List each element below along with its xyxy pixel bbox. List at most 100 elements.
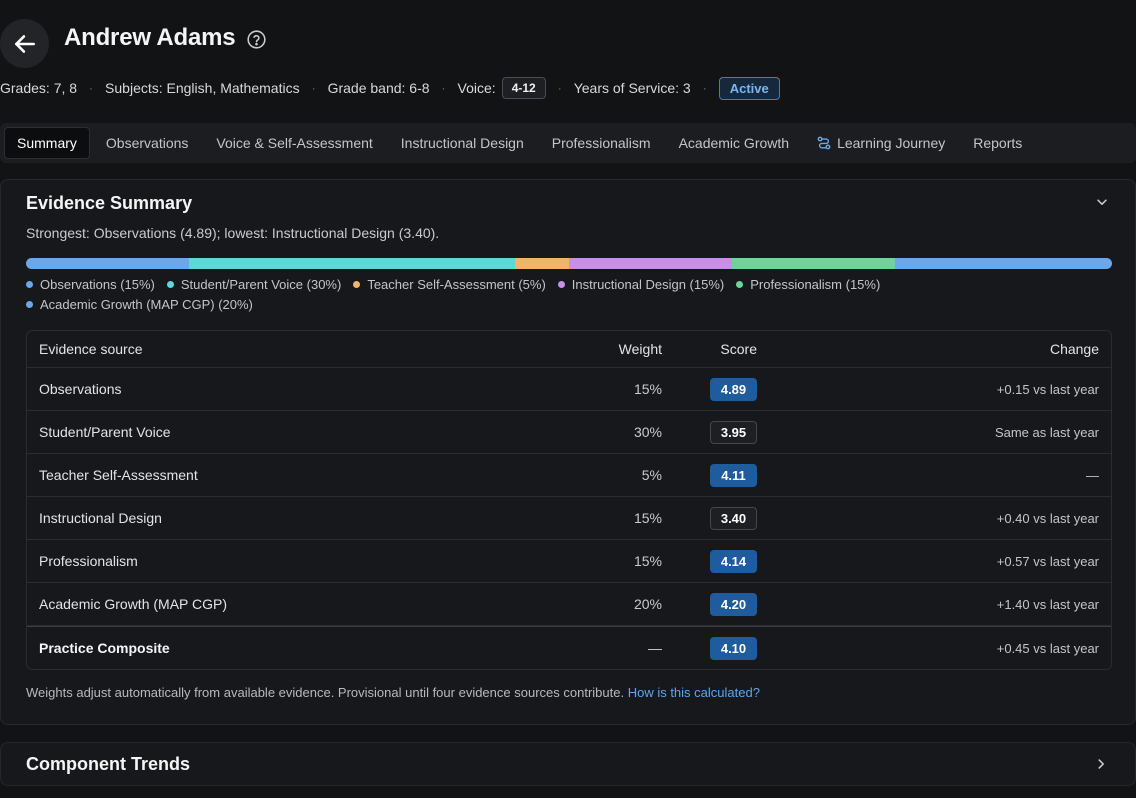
evidence-summary-text: Strongest: Observations (4.89); lowest: …: [26, 225, 440, 241]
legend-item: Student/Parent Voice (30%): [166, 277, 342, 292]
meta-separator: ·: [311, 81, 316, 95]
score-cell: 4.89: [662, 377, 757, 401]
change-cell: +0.40 vs last year: [996, 510, 1099, 526]
weight-segment: [731, 258, 895, 269]
page-title: Andrew Adams: [64, 24, 236, 51]
legend-item: Instructional Design (15%): [557, 277, 725, 292]
weight-cell: 20%: [633, 596, 662, 612]
meta-separator: ·: [89, 81, 94, 95]
tab-label: Learning Journey: [837, 135, 946, 151]
table-body: Observations 15% 4.89 +0.15 vs last year Stu…: [27, 368, 1111, 626]
legend-dot: [736, 281, 744, 288]
weight-segment: [26, 258, 189, 269]
score-badge: 4.11: [710, 463, 757, 487]
legend-label: Teacher Self-Assessment (5%): [367, 277, 546, 292]
weight-segment: [568, 258, 732, 269]
meta-separator: ·: [702, 81, 707, 95]
component-trends-title: Component Trends: [26, 754, 191, 774]
evidence-source-cell: Instructional Design: [39, 510, 162, 526]
composite-row: Practice Composite — 4.10 +0.45 vs last …: [27, 626, 1111, 669]
header-score: Score: [720, 341, 757, 357]
score-cell: 4.20: [662, 592, 757, 616]
tab-label: Professionalism: [551, 135, 651, 151]
tab-observations[interactable]: Observations: [94, 127, 200, 159]
tab-reports[interactable]: Reports: [961, 127, 1034, 159]
tab-voice-self-assessment[interactable]: Voice & Self-Assessment: [204, 127, 384, 159]
score-cell: 4.14: [662, 549, 757, 573]
change-cell: —: [1086, 467, 1099, 483]
evidence-source-cell: Student/Parent Voice: [39, 424, 171, 440]
status-badge: Active: [718, 76, 780, 100]
evidence-source-cell: Teacher Self-Assessment: [39, 467, 198, 483]
legend-item: Professionalism (15%): [736, 277, 880, 292]
table-header-row: Evidence source Weight Score Change: [27, 331, 1111, 368]
composite-score-badge: 4.10: [710, 636, 757, 660]
back-button[interactable]: [0, 19, 49, 68]
table-row: Instructional Design 15% 3.40 +0.40 vs last…: [27, 497, 1111, 540]
table-row: Observations 15% 4.89 +0.15 vs last year: [27, 368, 1111, 411]
tab-instructional-design[interactable]: Instructional Design: [389, 127, 536, 159]
legend-item: Teacher Self-Assessment (5%): [353, 277, 546, 292]
weight-legend: Observations (15%) Student/Parent Voice (…: [26, 277, 926, 312]
composite-label: Practice Composite: [39, 640, 170, 656]
component-trends-card[interactable]: Component Trends: [0, 742, 1136, 786]
tab-learning-journey[interactable]: Learning Journey: [805, 127, 957, 159]
change-cell: +0.15 vs last year: [996, 381, 1099, 397]
voice-badge: 4-12: [501, 77, 546, 99]
tab-label: Observations: [105, 135, 189, 151]
tab-label: Academic Growth: [678, 135, 790, 151]
header-weight: Weight: [618, 341, 662, 357]
tab-label: Instructional Design: [400, 135, 524, 151]
weight-cell: 30%: [633, 424, 662, 440]
legend-dot: [26, 281, 33, 288]
weight-segment: [514, 258, 569, 269]
change-cell: +1.40 vs last year: [996, 596, 1099, 612]
composite-weight: —: [648, 640, 662, 656]
weight-cell: 5%: [641, 467, 662, 483]
tab-bar: Summary Observations Voice & Self-Assess…: [0, 123, 1136, 163]
score-badge: 4.20: [710, 592, 757, 616]
header-change: Change: [1049, 341, 1099, 357]
score-badge: 3.40: [710, 506, 757, 530]
tab-professionalism[interactable]: Professionalism: [540, 127, 663, 159]
score-cell: 4.11: [662, 463, 757, 487]
weight-segment: [894, 258, 1112, 269]
composite-score-cell: 4.10: [662, 636, 757, 660]
table-row: Teacher Self-Assessment 5% 4.11 —: [27, 454, 1111, 497]
chevron-down-icon[interactable]: [1095, 195, 1109, 209]
score-cell: 3.40: [662, 506, 757, 530]
evidence-source-cell: Academic Growth (MAP CGP): [39, 596, 228, 612]
help-icon[interactable]: [246, 29, 267, 50]
arrow-left-icon: [14, 34, 35, 53]
how-calculated-link[interactable]: How is this calculated?: [628, 685, 760, 700]
table-row: Student/Parent Voice 30% 3.95 Same as last …: [27, 411, 1111, 454]
legend-item: Academic Growth (MAP CGP) (20%): [26, 297, 253, 312]
legend-label: Instructional Design (15%): [571, 277, 725, 292]
score-badge: 3.95: [710, 420, 757, 444]
years-of-service-text: Years of Service: 3: [573, 80, 691, 96]
legend-label: Academic Growth (MAP CGP) (20%): [40, 297, 253, 312]
weights-footnote: Weights adjust automatically from availa…: [26, 685, 760, 700]
legend-dot: [166, 281, 174, 288]
tab-academic-growth[interactable]: Academic Growth: [667, 127, 801, 159]
grade-band-text: Grade band: 6-8: [327, 80, 430, 96]
score-badge: 4.14: [710, 549, 757, 573]
score-cell: 3.95: [662, 420, 757, 444]
subjects-text: Subjects: English, Mathematics: [105, 80, 300, 96]
tab-label: Voice & Self-Assessment: [216, 135, 373, 151]
weight-cell: 15%: [633, 510, 662, 526]
tab-summary[interactable]: Summary: [4, 127, 90, 159]
meta-separator: ·: [441, 81, 446, 95]
legend-dot: [557, 281, 565, 288]
evidence-table: Evidence source Weight Score Change Obse…: [26, 330, 1112, 670]
legend-dot: [353, 281, 361, 288]
tab-label: Reports: [973, 135, 1023, 151]
chevron-right-icon[interactable]: [1095, 757, 1107, 771]
evidence-summary-card: Evidence Summary Strongest: Observations…: [0, 179, 1136, 725]
grades-text: Grades: 7, 8: [0, 80, 78, 96]
teacher-meta: Grades: 7, 8 · Subjects: English, Mathem…: [0, 76, 780, 100]
legend-label: Student/Parent Voice (30%): [180, 277, 342, 292]
evidence-summary-title: Evidence Summary: [26, 193, 193, 213]
legend-label: Observations (15%): [40, 277, 155, 292]
evidence-source-cell: Observations: [39, 381, 122, 397]
